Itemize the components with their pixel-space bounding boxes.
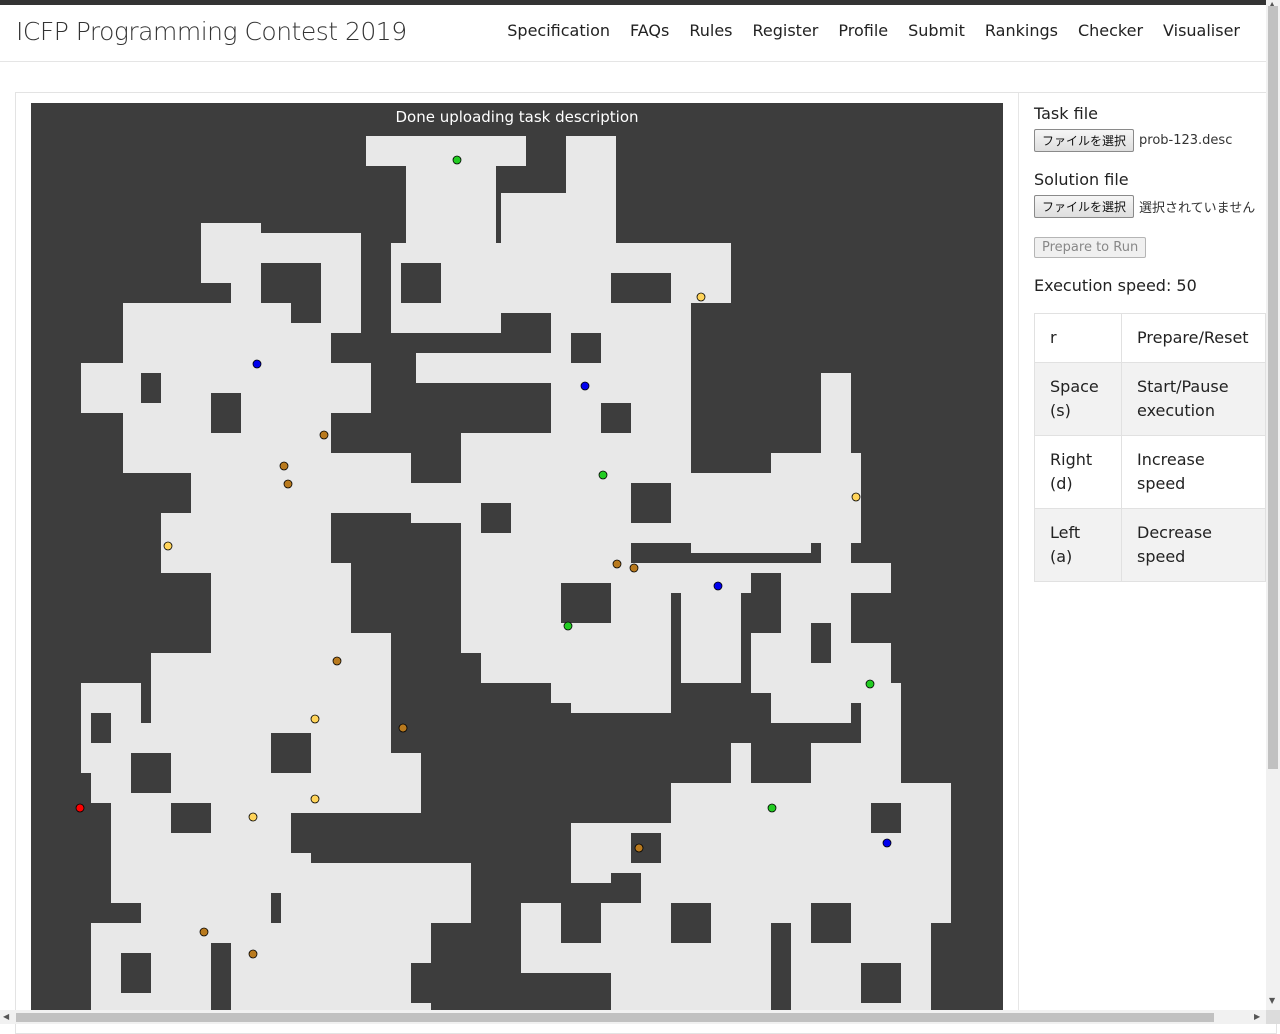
booster-marker bbox=[851, 492, 861, 502]
floor-region bbox=[81, 136, 951, 1013]
main-nav: Specification FAQs Rules Register Profil… bbox=[497, 21, 1250, 40]
booster-marker bbox=[310, 714, 320, 724]
nav-register[interactable]: Register bbox=[743, 21, 829, 40]
solution-file-label: Solution file bbox=[1034, 170, 1129, 189]
booster-marker bbox=[319, 430, 329, 440]
controls-table: r Prepare/Reset Space (s) Start/Pause ex… bbox=[1034, 313, 1266, 582]
brand-title[interactable]: ICFP Programming Contest 2019 bbox=[16, 17, 407, 46]
booster-marker bbox=[865, 679, 875, 689]
solution-file-input: ファイルを選択 選択されていません bbox=[1034, 195, 1266, 218]
visualiser-canvas[interactable]: Done uploading task description bbox=[31, 103, 1003, 1013]
controls-row: r Prepare/Reset bbox=[1034, 313, 1266, 363]
booster-marker bbox=[199, 927, 209, 937]
booster-marker bbox=[252, 359, 262, 369]
vertical-scroll-thumb[interactable] bbox=[1268, 6, 1278, 769]
control-action: Increase speed bbox=[1121, 435, 1266, 509]
task-file-choose-button[interactable]: ファイルを選択 bbox=[1034, 129, 1135, 152]
solution-file-choose-button[interactable]: ファイルを選択 bbox=[1034, 195, 1135, 218]
booster-marker bbox=[248, 812, 258, 822]
status-message: Done uploading task description bbox=[395, 108, 639, 126]
control-key: Right (d) bbox=[1034, 435, 1122, 509]
booster-marker bbox=[767, 803, 777, 813]
nav-profile[interactable]: Profile bbox=[828, 21, 898, 40]
task-file-input: ファイルを選択 prob-123.desc bbox=[1034, 129, 1266, 152]
control-key: Space (s) bbox=[1034, 362, 1122, 436]
vertical-scrollbar[interactable]: ▲ ▼ bbox=[1266, 0, 1280, 1010]
sidebar-divider bbox=[1018, 93, 1019, 1024]
booster-marker bbox=[332, 656, 342, 666]
booster-marker bbox=[248, 949, 258, 959]
scroll-left-icon[interactable]: ◀ bbox=[3, 1012, 9, 1021]
navbar: ICFP Programming Contest 2019 Specificat… bbox=[0, 5, 1266, 62]
control-key: r bbox=[1034, 313, 1122, 363]
control-action: Start/Pause execution bbox=[1121, 362, 1266, 436]
task-file-label: Task file bbox=[1034, 104, 1098, 123]
controls-row: Space (s) Start/Pause execution bbox=[1034, 362, 1266, 436]
nav-faqs[interactable]: FAQs bbox=[620, 21, 679, 40]
controls-row: Left (a) Decrease speed bbox=[1034, 508, 1266, 582]
task-file-name: prob-123.desc bbox=[1139, 133, 1233, 148]
control-panel: Task file ファイルを選択 prob-123.desc Solution… bbox=[1034, 104, 1266, 582]
booster-marker bbox=[279, 461, 289, 471]
booster-marker bbox=[696, 292, 706, 302]
nav-rules[interactable]: Rules bbox=[679, 21, 742, 40]
booster-marker bbox=[563, 621, 573, 631]
booster-marker bbox=[452, 155, 462, 165]
control-action: Prepare/Reset bbox=[1121, 313, 1266, 363]
scroll-down-icon[interactable]: ▼ bbox=[1269, 996, 1275, 1005]
nav-rankings[interactable]: Rankings bbox=[975, 21, 1068, 40]
booster-marker bbox=[283, 479, 293, 489]
robot-marker bbox=[75, 803, 85, 813]
scroll-right-icon[interactable]: ▶ bbox=[1254, 1012, 1260, 1021]
map-svg bbox=[75, 136, 951, 1013]
booster-marker bbox=[580, 381, 590, 391]
horizontal-scrollbar[interactable]: ◀ ▶ bbox=[0, 1010, 1266, 1024]
scrollbar-corner bbox=[1266, 1010, 1280, 1024]
nav-visualiser[interactable]: Visualiser bbox=[1153, 21, 1250, 40]
booster-marker bbox=[882, 838, 892, 848]
booster-marker bbox=[612, 559, 622, 569]
booster-marker bbox=[629, 563, 639, 573]
booster-marker bbox=[163, 541, 173, 551]
horizontal-scroll-thumb[interactable] bbox=[16, 1013, 1214, 1022]
booster-marker bbox=[598, 470, 608, 480]
booster-marker bbox=[310, 794, 320, 804]
solution-file-name: 選択されていません bbox=[1139, 201, 1256, 216]
booster-marker bbox=[713, 581, 723, 591]
nav-submit[interactable]: Submit bbox=[898, 21, 975, 40]
booster-marker bbox=[634, 843, 644, 853]
control-action: Decrease speed bbox=[1121, 508, 1266, 582]
execution-speed: Execution speed: 50 bbox=[1034, 276, 1197, 295]
prepare-to-run-button[interactable]: Prepare to Run bbox=[1034, 237, 1147, 258]
nav-checker[interactable]: Checker bbox=[1068, 21, 1153, 40]
control-key: Left (a) bbox=[1034, 508, 1122, 582]
nav-specification[interactable]: Specification bbox=[497, 21, 620, 40]
controls-row: Right (d) Increase speed bbox=[1034, 435, 1266, 509]
booster-marker bbox=[398, 723, 408, 733]
